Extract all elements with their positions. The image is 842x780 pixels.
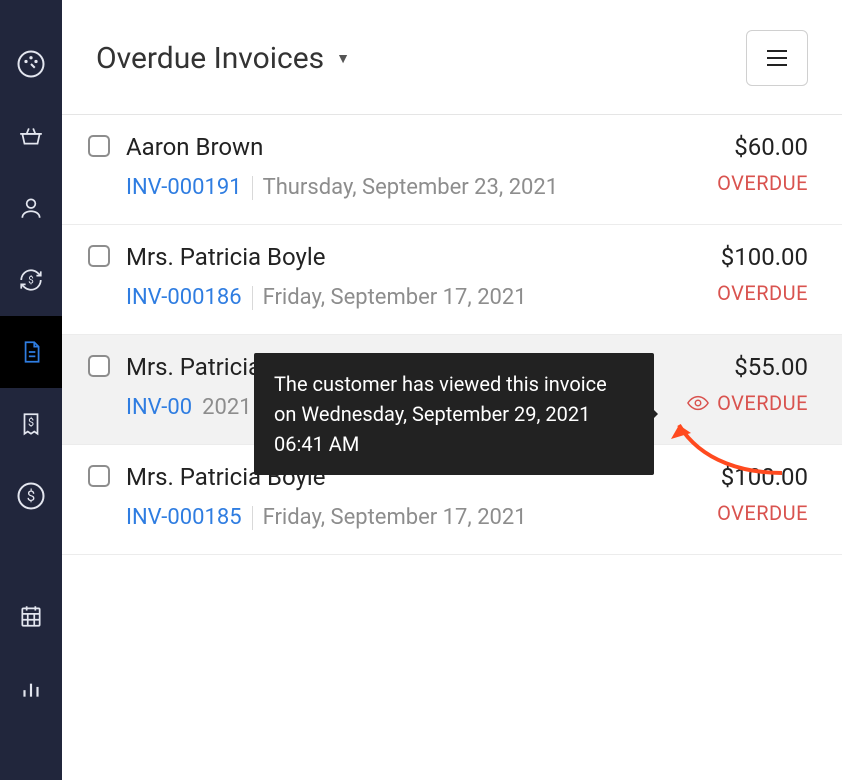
invoice-row[interactable]: Mrs. Patricia Boyle INV-000186 Friday, S… [62,225,842,335]
bar-chart-icon [18,675,44,701]
document-dollar-icon: $ [18,411,44,437]
hamburger-icon [765,49,789,67]
invoice-amount: $100.00 [668,243,808,271]
list-options-button[interactable] [746,30,808,86]
svg-text:$: $ [27,487,35,505]
sidebar-item-payments[interactable]: $ [0,460,62,532]
svg-text:$: $ [28,416,34,429]
invoice-number[interactable]: INV-000186 [126,281,242,314]
row-main: Mrs. Patricia Boyle INV-000186 Friday, S… [126,243,652,314]
invoice-status: OVERDUE [717,501,808,525]
invoice-amount: $100.00 [668,463,808,491]
invoice-number[interactable]: INV-000185 [126,501,242,534]
sidebar-item-dashboard[interactable] [0,28,62,100]
row-checkbox[interactable] [88,245,110,267]
invoice-row[interactable]: Aaron Brown INV-000191 Thursday, Septemb… [62,115,842,225]
person-icon [18,195,44,221]
invoice-amount: $60.00 [668,133,808,161]
row-right: $100.00 OVERDUE [668,243,808,314]
sidebar-item-reports[interactable] [0,652,62,724]
calendar-icon [18,603,44,629]
meta-divider [252,506,253,530]
invoice-number[interactable]: INV-00 [126,391,192,424]
invoice-amount: $55.00 [668,353,808,381]
row-meta: INV-000185 Friday, September 17, 2021 [126,501,652,534]
refresh-dollar-icon: $ [18,267,44,293]
sidebar-item-customers[interactable] [0,172,62,244]
sidebar-item-invoices[interactable] [0,316,62,388]
viewed-tooltip: The customer has viewed this invoice on … [254,353,654,475]
invoice-date: Thursday, September 23, 2021 [263,171,559,204]
sidebar-item-items[interactable] [0,100,62,172]
invoice-row[interactable]: Mrs. Patricia Boyle INV-00 2021 $55.00 O… [62,335,842,445]
basket-icon [18,123,44,149]
row-checkbox[interactable] [88,355,110,377]
row-checkbox[interactable] [88,465,110,487]
sidebar: $ $ $ [0,0,62,780]
invoice-date: Friday, September 17, 2021 [263,501,527,534]
page-title: Overdue Invoices [96,41,324,76]
invoice-number[interactable]: INV-000191 [126,171,242,204]
invoice-status: OVERDUE [717,171,808,195]
meta-divider [252,176,253,200]
header: Overdue Invoices ▼ [62,0,842,114]
caret-down-icon: ▼ [336,50,350,67]
invoice-list: Aaron Brown INV-000191 Thursday, Septemb… [62,114,842,555]
row-main: Aaron Brown INV-000191 Thursday, Septemb… [126,133,652,204]
sidebar-item-estimates[interactable]: $ [0,388,62,460]
row-meta: INV-000186 Friday, September 17, 2021 [126,281,652,314]
meta-divider [252,286,253,310]
main: Overdue Invoices ▼ Aaron Brown INV-00019… [62,0,842,780]
viewed-eye-icon [687,395,709,411]
customer-name: Mrs. Patricia Boyle [126,243,652,271]
dollar-circle-icon: $ [16,481,46,511]
sidebar-item-calendar[interactable] [0,580,62,652]
view-selector[interactable]: Overdue Invoices ▼ [96,41,350,76]
customer-name: Aaron Brown [126,133,652,161]
sidebar-item-recurring[interactable]: $ [0,244,62,316]
dashboard-icon [16,49,46,79]
invoice-status: OVERDUE [717,281,808,305]
row-right: $55.00 OVERDUE [668,353,808,424]
row-right: $100.00 OVERDUE [668,463,808,534]
document-icon [18,339,44,365]
row-checkbox[interactable] [88,135,110,157]
invoice-date: 2021 [202,391,251,424]
invoice-date: Friday, September 17, 2021 [263,281,527,314]
invoice-status: OVERDUE [717,391,808,415]
row-meta: INV-000191 Thursday, September 23, 2021 [126,171,652,204]
svg-text:$: $ [28,275,33,286]
row-right: $60.00 OVERDUE [668,133,808,204]
